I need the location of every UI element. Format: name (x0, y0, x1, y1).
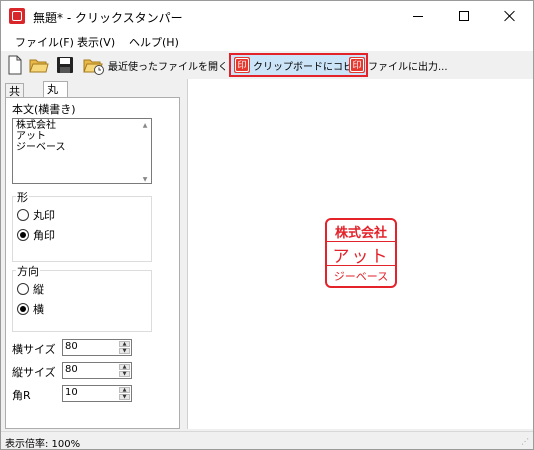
recent-folder-icon (83, 59, 104, 75)
spin-up-icon[interactable]: ▲ (119, 387, 130, 393)
zoom-status: 表示倍率: 100% (5, 439, 81, 450)
spin-down-icon[interactable]: ▼ (119, 394, 130, 400)
body-text-area[interactable]: 株式会社 アット ジーベース ▲ ▼ (12, 118, 152, 184)
direction-radio-horizontal[interactable]: 横 (17, 301, 44, 317)
recent-files-label: 最近使ったファイルを開く... (108, 61, 238, 73)
stamp-copy-icon (234, 57, 250, 73)
spinner-arrows: ▲ ▼ (119, 387, 130, 400)
body-text-label: 本文(横書き) (12, 103, 76, 116)
close-icon (504, 10, 516, 22)
stamp-divider (327, 265, 395, 266)
direction-option-vertical-label: 縦 (33, 283, 44, 296)
stamp-preview-area: 株式会社 アット ジーベース (187, 79, 533, 429)
radio-circle-checked (17, 229, 29, 241)
radio-circle (17, 209, 29, 221)
shape-group: 形 丸印 角印 (12, 189, 152, 262)
spin-up-icon[interactable]: ▲ (119, 364, 130, 370)
direction-group-title: 方向 (16, 263, 40, 279)
corner-radius-spinner[interactable]: 10 ▲ ▼ (62, 385, 132, 402)
body-text-line: アット (16, 131, 46, 142)
stamp-line-1: 株式会社 (334, 226, 387, 241)
close-button[interactable] (487, 1, 533, 31)
height-spinner[interactable]: 80 ▲ ▼ (62, 362, 132, 379)
stamp-settings-pane: 本文(横書き) 株式会社 アット ジーベース ▲ ▼ 形 丸印 角印 方向 縦 … (5, 97, 180, 429)
new-file-icon[interactable] (5, 55, 25, 75)
export-to-file-label: ファイルに出力... (368, 61, 448, 73)
stamp-line-3: ジーベース (333, 270, 389, 283)
app-window: 無題* - クリックスタンパー ファイル(F) 表示(V) ヘルプ(H) 最近使… (0, 0, 534, 450)
width-value: 80 (65, 341, 78, 352)
maximize-icon (459, 11, 469, 21)
status-bar: 表示倍率: 100% ⋰ (1, 431, 533, 450)
minimize-button[interactable] (395, 1, 441, 31)
spinner-arrows: ▲ ▼ (119, 364, 130, 377)
shape-group-title: 形 (16, 189, 29, 205)
body-text-line: 株式会社 (16, 120, 56, 131)
app-stamp-icon (9, 8, 25, 24)
open-folder-icon[interactable] (29, 55, 49, 75)
export-to-file-button[interactable]: ファイルに出力... (349, 53, 448, 77)
menu-bar: ファイル(F) 表示(V) ヘルプ(H) (1, 31, 533, 51)
height-value: 80 (65, 364, 78, 375)
spin-down-icon[interactable]: ▼ (119, 348, 130, 354)
settings-panel: 共通 丸印･角印 本文(横書き) 株式会社 アット ジーベース ▲ ▼ 形 丸印 (1, 79, 183, 429)
scroll-down-icon[interactable]: ▼ (140, 174, 150, 183)
height-label: 縦サイズ (12, 366, 56, 379)
scroll-up-icon[interactable]: ▲ (140, 120, 150, 129)
radio-circle-checked (17, 303, 29, 315)
menu-view[interactable]: 表示(V) (77, 34, 115, 50)
maximize-button[interactable] (441, 1, 487, 31)
stamp-preview: 株式会社 アット ジーベース (325, 218, 397, 288)
body-text-line: ジーベース (16, 142, 66, 153)
stamp-export-icon (349, 57, 365, 73)
copy-to-clipboard-button[interactable]: クリップボードにコピー (229, 53, 368, 77)
shape-option-round-label: 丸印 (33, 209, 55, 222)
direction-option-horizontal-label: 横 (33, 303, 44, 316)
save-disk-icon[interactable] (55, 55, 75, 75)
spinner-arrows: ▲ ▼ (119, 341, 130, 354)
stamp-line-2: アット (332, 247, 390, 267)
corner-radius-value: 10 (65, 387, 78, 398)
copy-to-clipboard-label: クリップボードにコピー (253, 61, 363, 73)
title-bar: 無題* - クリックスタンパー (1, 1, 533, 31)
resize-grip-icon[interactable]: ⋰ (521, 437, 531, 447)
minimize-icon (413, 15, 423, 17)
toolbar: 最近使ったファイルを開く... クリップボードにコピー ファイルに出力... (1, 51, 533, 79)
width-spinner[interactable]: 80 ▲ ▼ (62, 339, 132, 356)
menu-file[interactable]: ファイル(F) (15, 34, 74, 50)
window-title: 無題* - クリックスタンパー (33, 11, 183, 25)
radio-circle (17, 283, 29, 295)
shape-radio-square[interactable]: 角印 (17, 227, 55, 243)
direction-group: 方向 縦 横 (12, 263, 152, 332)
recent-files-button[interactable]: 最近使ったファイルを開く... (83, 53, 238, 77)
direction-radio-vertical[interactable]: 縦 (17, 281, 44, 297)
spin-down-icon[interactable]: ▼ (119, 371, 130, 377)
width-label: 横サイズ (12, 343, 56, 356)
shape-option-square-label: 角印 (33, 229, 55, 242)
corner-radius-label: 角R (12, 389, 31, 402)
shape-radio-round[interactable]: 丸印 (17, 207, 55, 223)
spin-up-icon[interactable]: ▲ (119, 341, 130, 347)
menu-help[interactable]: ヘルプ(H) (129, 34, 179, 50)
